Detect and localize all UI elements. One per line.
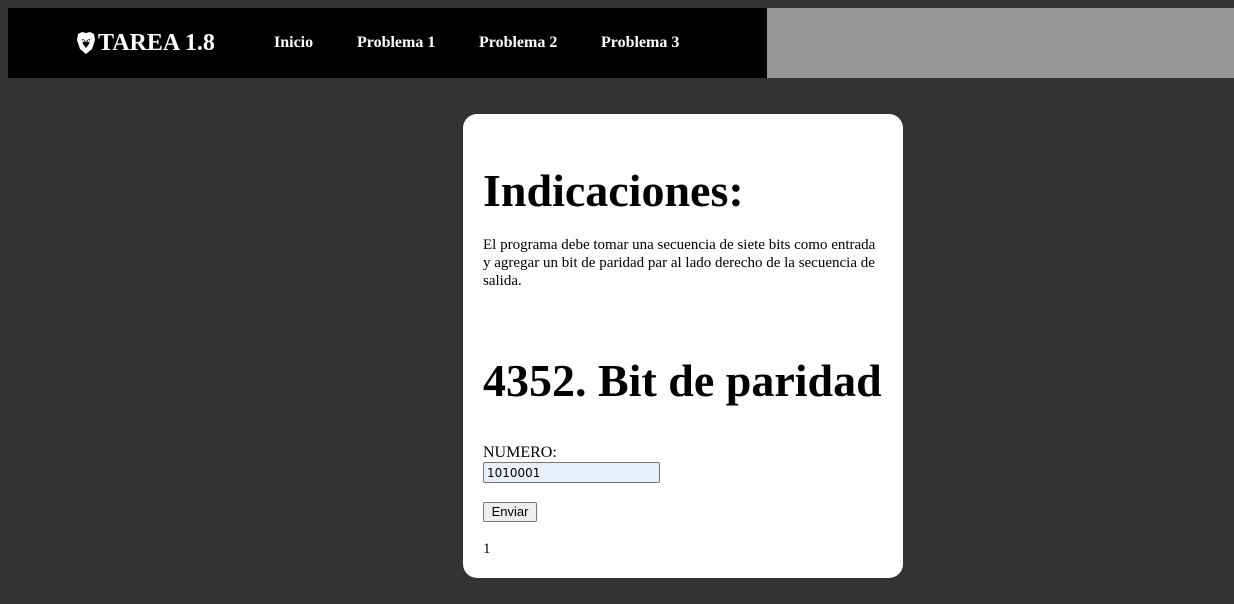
brand-title: TAREA 1.8 [98, 29, 215, 56]
nav-problema-1[interactable]: Problema 1 [357, 8, 435, 78]
brand[interactable]: TAREA 1.8 [76, 8, 215, 78]
result-output: 1 [483, 541, 491, 557]
problem-heading: 4352. Bit de paridad [483, 355, 882, 406]
page: TAREA 1.8 Inicio Problema 1 Problema 2 P… [0, 0, 1234, 604]
enviar-button[interactable]: Enviar [483, 502, 537, 522]
nav-problema-3[interactable]: Problema 3 [601, 8, 679, 78]
top-bar: TAREA 1.8 Inicio Problema 1 Problema 2 P… [8, 8, 1234, 78]
instructions-heading: Indicaciones: [483, 165, 744, 216]
instructions-text: El programa debe tomar una secuencia de … [483, 237, 876, 289]
content-card: Indicaciones: El programa debe tomar una… [463, 114, 903, 578]
numero-label: NUMERO: [483, 444, 557, 461]
lion-shield-icon [76, 31, 96, 55]
nav-inicio[interactable]: Inicio [274, 8, 313, 78]
nav-problema-2[interactable]: Problema 2 [479, 8, 557, 78]
numero-input[interactable] [483, 462, 660, 483]
navbar: TAREA 1.8 Inicio Problema 1 Problema 2 P… [8, 8, 767, 78]
